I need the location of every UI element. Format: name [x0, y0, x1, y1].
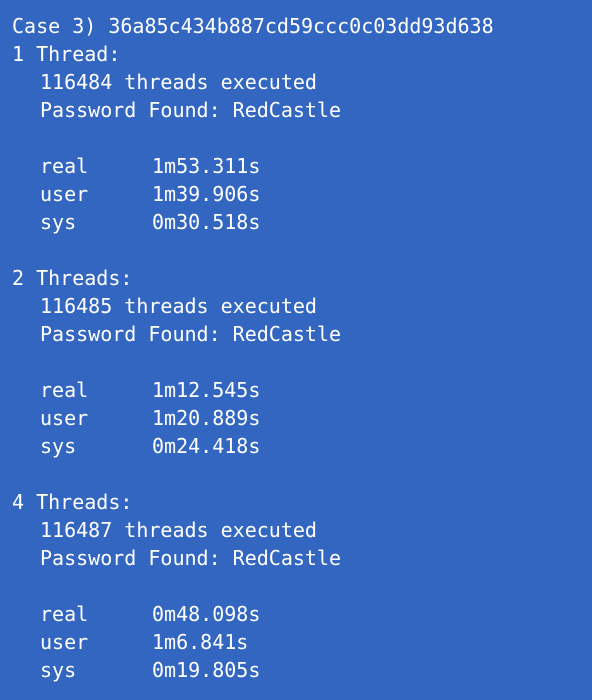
time-label: sys [40, 210, 77, 234]
time-label: sys [40, 434, 77, 458]
threads-executed-line: 116485 threads executed [40, 294, 317, 318]
threads-executed-line: 116487 threads executed [40, 518, 317, 542]
time-value: 1m12.545s [152, 378, 261, 402]
time-row-user: user 1m20.889s [12, 404, 592, 432]
time-label: user [40, 406, 89, 430]
threads-executed-line: 116484 threads executed [40, 70, 317, 94]
time-row-user: user 1m39.906s [12, 180, 592, 208]
run-title: 4 Threads: [12, 490, 133, 514]
time-label: real [40, 378, 89, 402]
time-value: 1m6.841s [152, 630, 249, 654]
time-row-real: real 1m53.311s [12, 152, 592, 180]
time-label: user [40, 630, 89, 654]
time-value: 0m30.518s [152, 210, 261, 234]
time-label: sys [40, 658, 77, 682]
run-title: 2 Threads: [12, 266, 133, 290]
time-label: real [40, 154, 89, 178]
time-row-sys: sys 0m24.418s [12, 432, 592, 460]
password-found-line: Password Found: RedCastle [40, 546, 342, 570]
case-header: Case 3) 36a85c434b887cd59ccc0c03dd93d638 [12, 14, 494, 38]
time-value: 0m48.098s [152, 602, 261, 626]
password-found-line: Password Found: RedCastle [40, 98, 342, 122]
time-value: 0m24.418s [152, 434, 261, 458]
time-row-real: real 0m48.098s [12, 600, 592, 628]
time-label: user [40, 182, 89, 206]
password-found-line: Password Found: RedCastle [40, 322, 342, 346]
time-label: real [40, 602, 89, 626]
time-row-user: user 1m6.841s [12, 628, 592, 656]
terminal-output[interactable]: Case 3) 36a85c434b887cd59ccc0c03dd93d638… [0, 0, 592, 700]
time-value: 1m39.906s [152, 182, 261, 206]
time-value: 0m19.805s [152, 658, 261, 682]
time-value: 1m20.889s [152, 406, 261, 430]
time-row-sys: sys 0m19.805s [12, 656, 592, 684]
time-row-sys: sys 0m30.518s [12, 208, 592, 236]
time-row-real: real 1m12.545s [12, 376, 592, 404]
time-value: 1m53.311s [152, 154, 261, 178]
run-title: 1 Thread: [12, 42, 121, 66]
